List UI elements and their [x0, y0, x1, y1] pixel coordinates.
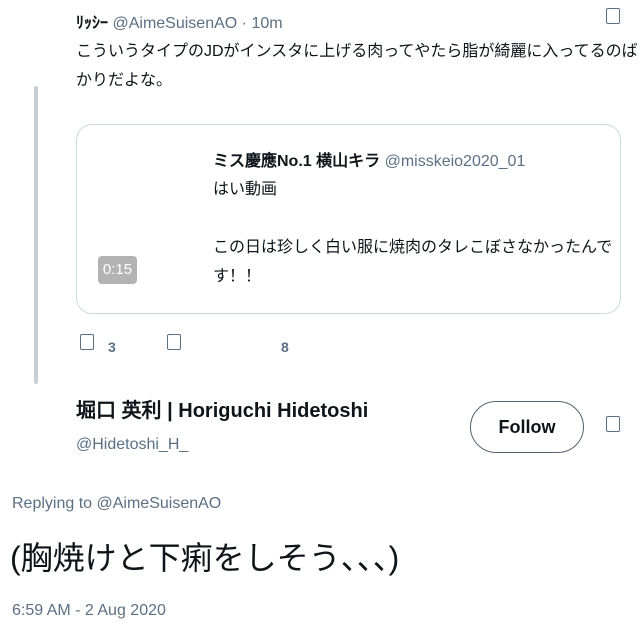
reply-count: 3 — [108, 339, 116, 355]
separator: · — [241, 15, 247, 32]
quoted-text-line: はい動画 — [213, 181, 278, 198]
main-tweet-author: 堀口 英利 | Horiguchi Hidetoshi @Hidetoshi_H… — [76, 396, 368, 458]
reply-icon[interactable] — [80, 334, 94, 350]
replying-to-prefix: Replying to — [12, 495, 97, 512]
tweet-text-line: かりだよな。 — [76, 72, 173, 89]
main-author-name[interactable]: 堀口 英利 | Horiguchi Hidetoshi — [76, 396, 368, 426]
reply-action[interactable]: 3 — [80, 334, 116, 355]
replying-to: Replying to @AimeSuisenAO — [12, 495, 221, 513]
thread-connector-line — [34, 86, 38, 384]
like-count: 8 — [281, 339, 289, 355]
reply-tweet[interactable]: ﾘｯｼｰ @AimeSuisenAO · 10m こういうタイプのJDがインスタ… — [0, 0, 643, 385]
quoted-author-handle[interactable]: @misskeio2020_01 — [385, 153, 526, 170]
author-handle[interactable]: @AimeSuisenAO — [112, 15, 237, 32]
reply-tweet-header: ﾘｯｼｰ @AimeSuisenAO · 10m — [76, 9, 283, 33]
quoted-author-name[interactable]: ミス慶應No.1 横山キラ — [213, 153, 380, 170]
quoted-tweet-header: ミス慶應No.1 横山キラ @misskeio2020_01 — [213, 147, 525, 171]
more-icon[interactable] — [606, 416, 620, 432]
quoted-tweet-text: はい動画 この日は珍しく白い服に焼肉のタレこぼさなかったんで す！！ — [213, 175, 612, 291]
quoted-text-line: この日は珍しく白い服に焼肉のタレこぼさなかったんで — [213, 239, 613, 256]
video-duration-badge: 0:15 — [98, 256, 137, 284]
replying-to-handle[interactable]: @AimeSuisenAO — [97, 495, 222, 512]
more-icon[interactable] — [606, 8, 620, 24]
quoted-tweet-card[interactable]: 0:15 ミス慶應No.1 横山キラ @misskeio2020_01 はい動画… — [76, 124, 621, 314]
tweet-time[interactable]: 10m — [251, 15, 282, 32]
main-author-handle[interactable]: @Hidetoshi_H_ — [76, 432, 368, 458]
author-name[interactable]: ﾘｯｼｰ — [76, 15, 108, 32]
main-tweet-text: (胸焼けと下痢をしそう、、、) — [10, 540, 400, 576]
follow-button[interactable]: Follow — [470, 401, 584, 453]
tweet-timestamp[interactable]: 6:59 AM - 2 Aug 2020 — [12, 602, 166, 620]
retweet-icon[interactable] — [167, 334, 181, 350]
quoted-text-line: す！！ — [213, 268, 262, 285]
tweet-text: こういうタイプのJDがインスタに上げる肉ってやたら脂が綺麗に入ってるのば かりだ… — [76, 37, 638, 95]
tweet-text-line: こういうタイプのJDがインスタに上げる肉ってやたら脂が綺麗に入ってるのば — [76, 43, 638, 60]
